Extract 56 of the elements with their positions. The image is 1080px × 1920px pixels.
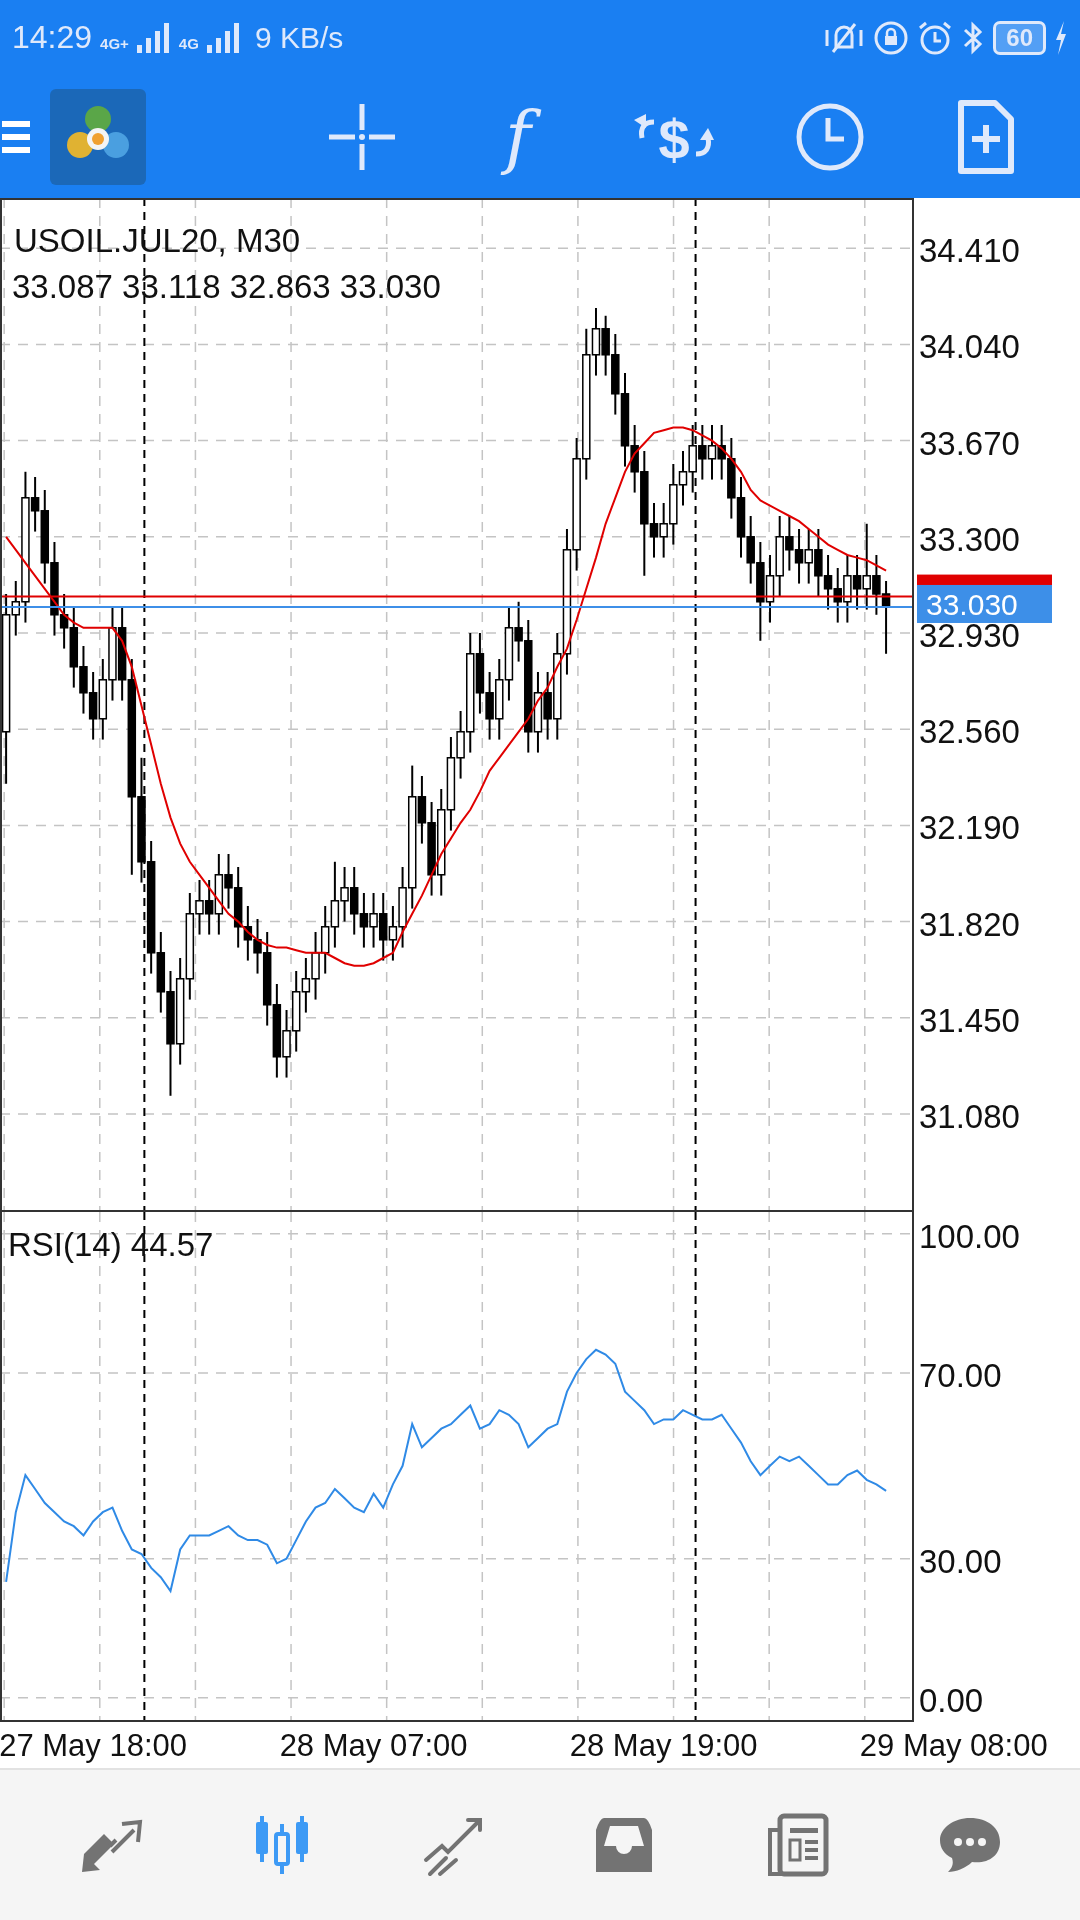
price-label: 31.080: [919, 1098, 1020, 1135]
candlestick: [359, 892, 369, 949]
trade-button[interactable]: $: [596, 86, 752, 187]
price-label: 33.300: [919, 520, 1020, 558]
candlestick: [707, 424, 717, 481]
charging-icon: [1054, 20, 1068, 55]
clock-time: 14:29: [12, 19, 93, 56]
candlestick: [794, 528, 804, 585]
candlestick: [79, 645, 88, 715]
candlestick: [369, 892, 378, 949]
symbol-title: USOIL.JUL20, M30: [14, 222, 301, 259]
candlestick: [282, 1009, 291, 1079]
price-tag: 33.030: [917, 585, 1052, 623]
rotation-lock-icon: [873, 19, 910, 56]
rsi-label: 70.00: [919, 1357, 1002, 1395]
ohlc-values: 33.087 33.118 32.863 33.030: [12, 268, 441, 305]
clock-icon: [795, 101, 865, 172]
candlestick: [843, 554, 852, 624]
document-plus-icon: [957, 98, 1015, 175]
candlestick: [833, 567, 842, 624]
rsi-label: 30.00: [919, 1542, 1002, 1580]
crosshair-icon: [327, 101, 397, 172]
candlestick: [804, 528, 813, 585]
candlestick: [601, 314, 610, 377]
price-label: 34.410: [919, 232, 1020, 270]
signal-icon: [136, 22, 171, 53]
candlestick: [814, 528, 823, 598]
alarm-icon: [917, 19, 954, 56]
time-label: 28 May 19:00: [569, 1728, 758, 1763]
price-label: 32.190: [919, 809, 1020, 847]
network-speed: 9 KB/s: [254, 20, 344, 55]
candlestick: [311, 931, 320, 1001]
candlestick: [698, 424, 707, 481]
price-label: 33.670: [919, 424, 1020, 462]
rsi-label: 0.00: [919, 1681, 984, 1719]
app-logo-icon[interactable]: [50, 88, 146, 185]
candlestick: [88, 671, 98, 741]
signal-icon: [206, 22, 241, 53]
price-label: 32.560: [919, 713, 1020, 751]
network-type: 4G: [178, 35, 199, 52]
time-label: 28 May 07:00: [279, 1728, 468, 1763]
indicator-title: RSI(14) 44.57: [8, 1226, 214, 1263]
candlestick: [823, 554, 833, 611]
candlestick: [485, 671, 494, 741]
time-label: 29 May 08:00: [859, 1728, 1048, 1763]
candlestick: [320, 905, 330, 975]
network-type: 4G+: [100, 35, 129, 52]
rsi-label: 100.00: [919, 1217, 1020, 1255]
price-label: 34.040: [919, 328, 1020, 366]
price-label: 31.820: [919, 905, 1020, 943]
indicators-button[interactable]: f: [440, 86, 596, 187]
candlestick: [349, 866, 359, 936]
time-label: 27 May 18:00: [0, 1728, 188, 1763]
battery-level: 60: [993, 20, 1046, 55]
candlestick: [379, 892, 388, 962]
price-label: 31.450: [919, 1001, 1020, 1039]
